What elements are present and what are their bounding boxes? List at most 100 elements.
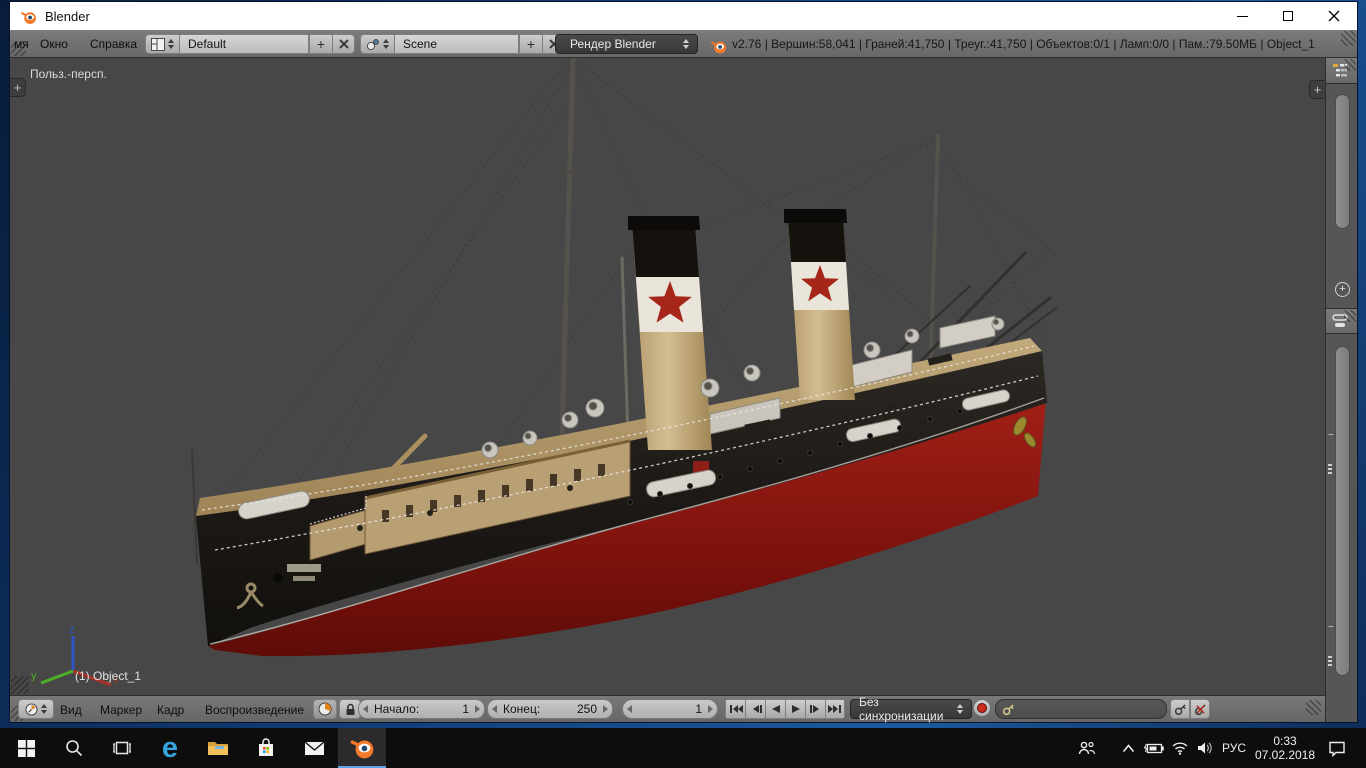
store-button[interactable] (242, 728, 290, 768)
axis-z-label: z (69, 624, 75, 636)
wifi-tray-button[interactable] (1167, 728, 1193, 768)
jump-to-end-button[interactable] (825, 699, 845, 719)
toolshelf-expand-tab[interactable]: + (10, 78, 26, 97)
action-center-icon (1329, 741, 1345, 757)
lock-icon (346, 703, 354, 715)
key-delete-icon (1194, 703, 1206, 715)
maximize-button[interactable] (1265, 2, 1311, 30)
language-label: РУС (1221, 741, 1247, 755)
jump-to-start-button[interactable] (725, 699, 745, 719)
blender-taskbar-button[interactable] (338, 728, 386, 768)
start-button[interactable] (2, 728, 50, 768)
next-keyframe-button[interactable] (805, 699, 825, 719)
screen-layout-browse-button[interactable] (145, 34, 179, 54)
outliner-header (1326, 58, 1357, 84)
file-explorer-button[interactable] (194, 728, 242, 768)
keying-set-selector[interactable] (995, 699, 1167, 719)
plus-icon: + (1313, 82, 1322, 97)
scene-field[interactable]: Scene (394, 34, 519, 54)
titlebar[interactable]: Blender (10, 2, 1357, 30)
resize-grip[interactable] (1344, 310, 1356, 322)
volume-tray-button[interactable] (1192, 728, 1218, 768)
frame-end-field[interactable]: Конец: 250 (487, 699, 613, 719)
scene-stats: v2.76 | Вершин:58,041 | Граней:41,750 | … (732, 37, 1315, 51)
menu-window[interactable]: Окно (40, 37, 68, 51)
mail-button[interactable] (290, 728, 338, 768)
play-reverse-button[interactable] (765, 699, 785, 719)
decrement-arrow-icon[interactable] (363, 705, 368, 713)
plus-icon[interactable]: + (1335, 282, 1350, 297)
editor-type-selector[interactable] (18, 699, 54, 719)
menu-frame[interactable]: Кадр (157, 703, 184, 717)
browse-arrows-icon (383, 39, 389, 49)
folder-icon (208, 742, 228, 755)
action-center-button[interactable] (1322, 728, 1352, 768)
store-icon (259, 738, 273, 756)
resize-grip[interactable] (1306, 700, 1321, 715)
minus-icon[interactable]: − (1328, 622, 1334, 633)
clock-tray[interactable]: 0:33 07.02.2018 (1252, 728, 1318, 768)
decrement-arrow-icon[interactable] (492, 705, 497, 713)
menu-marker[interactable]: Маркер (100, 703, 142, 717)
resize-grip[interactable] (11, 676, 29, 694)
dropdown-arrows-icon (957, 704, 963, 714)
current-frame-field[interactable]: 1 (622, 699, 718, 719)
panel-drag-dots-icon[interactable] (1328, 464, 1332, 474)
increment-arrow-icon[interactable] (603, 705, 608, 713)
plus-glyph: + (1339, 283, 1346, 295)
right-editor-sliver: + − − (1325, 58, 1357, 722)
ship-model[interactable] (10, 58, 1325, 695)
minimize-icon (1236, 15, 1248, 17)
render-engine-value: Рендер Blender (570, 37, 656, 51)
minus-icon[interactable]: − (1328, 430, 1334, 441)
sync-mode-dropdown[interactable]: Без синхронизации (850, 695, 972, 723)
viewport-3d[interactable]: Польз.-персп. + + z x y (1) Object_1 (10, 58, 1325, 695)
menu-view[interactable]: Вид (60, 703, 82, 717)
task-view-button[interactable] (98, 728, 146, 768)
add-scene-button[interactable]: + (519, 34, 542, 54)
render-engine-dropdown[interactable]: Рендер Blender (555, 34, 698, 54)
battery-tray-button[interactable] (1141, 728, 1167, 768)
delete-layout-button[interactable] (332, 34, 355, 54)
funnel-aft (784, 209, 855, 400)
time-pie-icon (318, 702, 332, 716)
minimize-button[interactable] (1219, 2, 1265, 30)
menu-playback[interactable]: Воспроизведение (205, 703, 304, 717)
frame-start-value: 1 (462, 702, 469, 716)
resize-grip[interactable] (1341, 31, 1356, 46)
screen-layout-field[interactable]: Default (179, 34, 309, 54)
increment-arrow-icon[interactable] (475, 705, 480, 713)
tray-expand-button[interactable] (1116, 728, 1140, 768)
playback-range-toggle[interactable] (313, 699, 337, 719)
partial-menu-label[interactable]: мя (14, 37, 29, 51)
increment-arrow-icon[interactable] (708, 705, 713, 713)
play-icon (791, 705, 800, 713)
resize-grip[interactable] (1344, 59, 1356, 71)
panel-drag-dots-icon[interactable] (1328, 656, 1332, 666)
frame-start-field[interactable]: Начало: 1 (358, 699, 485, 719)
people-tray-button[interactable] (1072, 728, 1102, 768)
language-indicator[interactable]: РУС (1216, 728, 1252, 768)
mail-icon (304, 741, 324, 755)
properties-region-expand-tab[interactable]: + (1309, 80, 1325, 99)
edge-browser-button[interactable]: e (146, 728, 194, 768)
windows-logo-icon (17, 739, 35, 757)
search-button[interactable] (50, 728, 98, 768)
close-button[interactable] (1311, 2, 1357, 30)
scene-browse-button[interactable] (360, 34, 394, 54)
outliner-scrollbar[interactable] (1335, 94, 1350, 229)
task-view-icon (113, 741, 131, 755)
current-frame-value: 1 (695, 702, 702, 716)
insert-keyframe-button[interactable] (1170, 699, 1190, 719)
prev-keyframe-icon (752, 705, 762, 713)
decrement-arrow-icon[interactable] (627, 705, 632, 713)
auto-keyframe-record-button[interactable] (973, 699, 991, 717)
previous-keyframe-button[interactable] (745, 699, 765, 719)
scene-selector: Scene + (360, 34, 565, 54)
timeline-editor: Вид Маркер Кадр Воспроизведение Начало: (10, 695, 1325, 723)
menu-help[interactable]: Справка (90, 37, 137, 51)
delete-keyframe-button[interactable] (1190, 699, 1210, 719)
add-layout-button[interactable]: + (309, 34, 332, 54)
properties-scrollbar[interactable] (1335, 346, 1350, 676)
play-button[interactable] (785, 699, 805, 719)
